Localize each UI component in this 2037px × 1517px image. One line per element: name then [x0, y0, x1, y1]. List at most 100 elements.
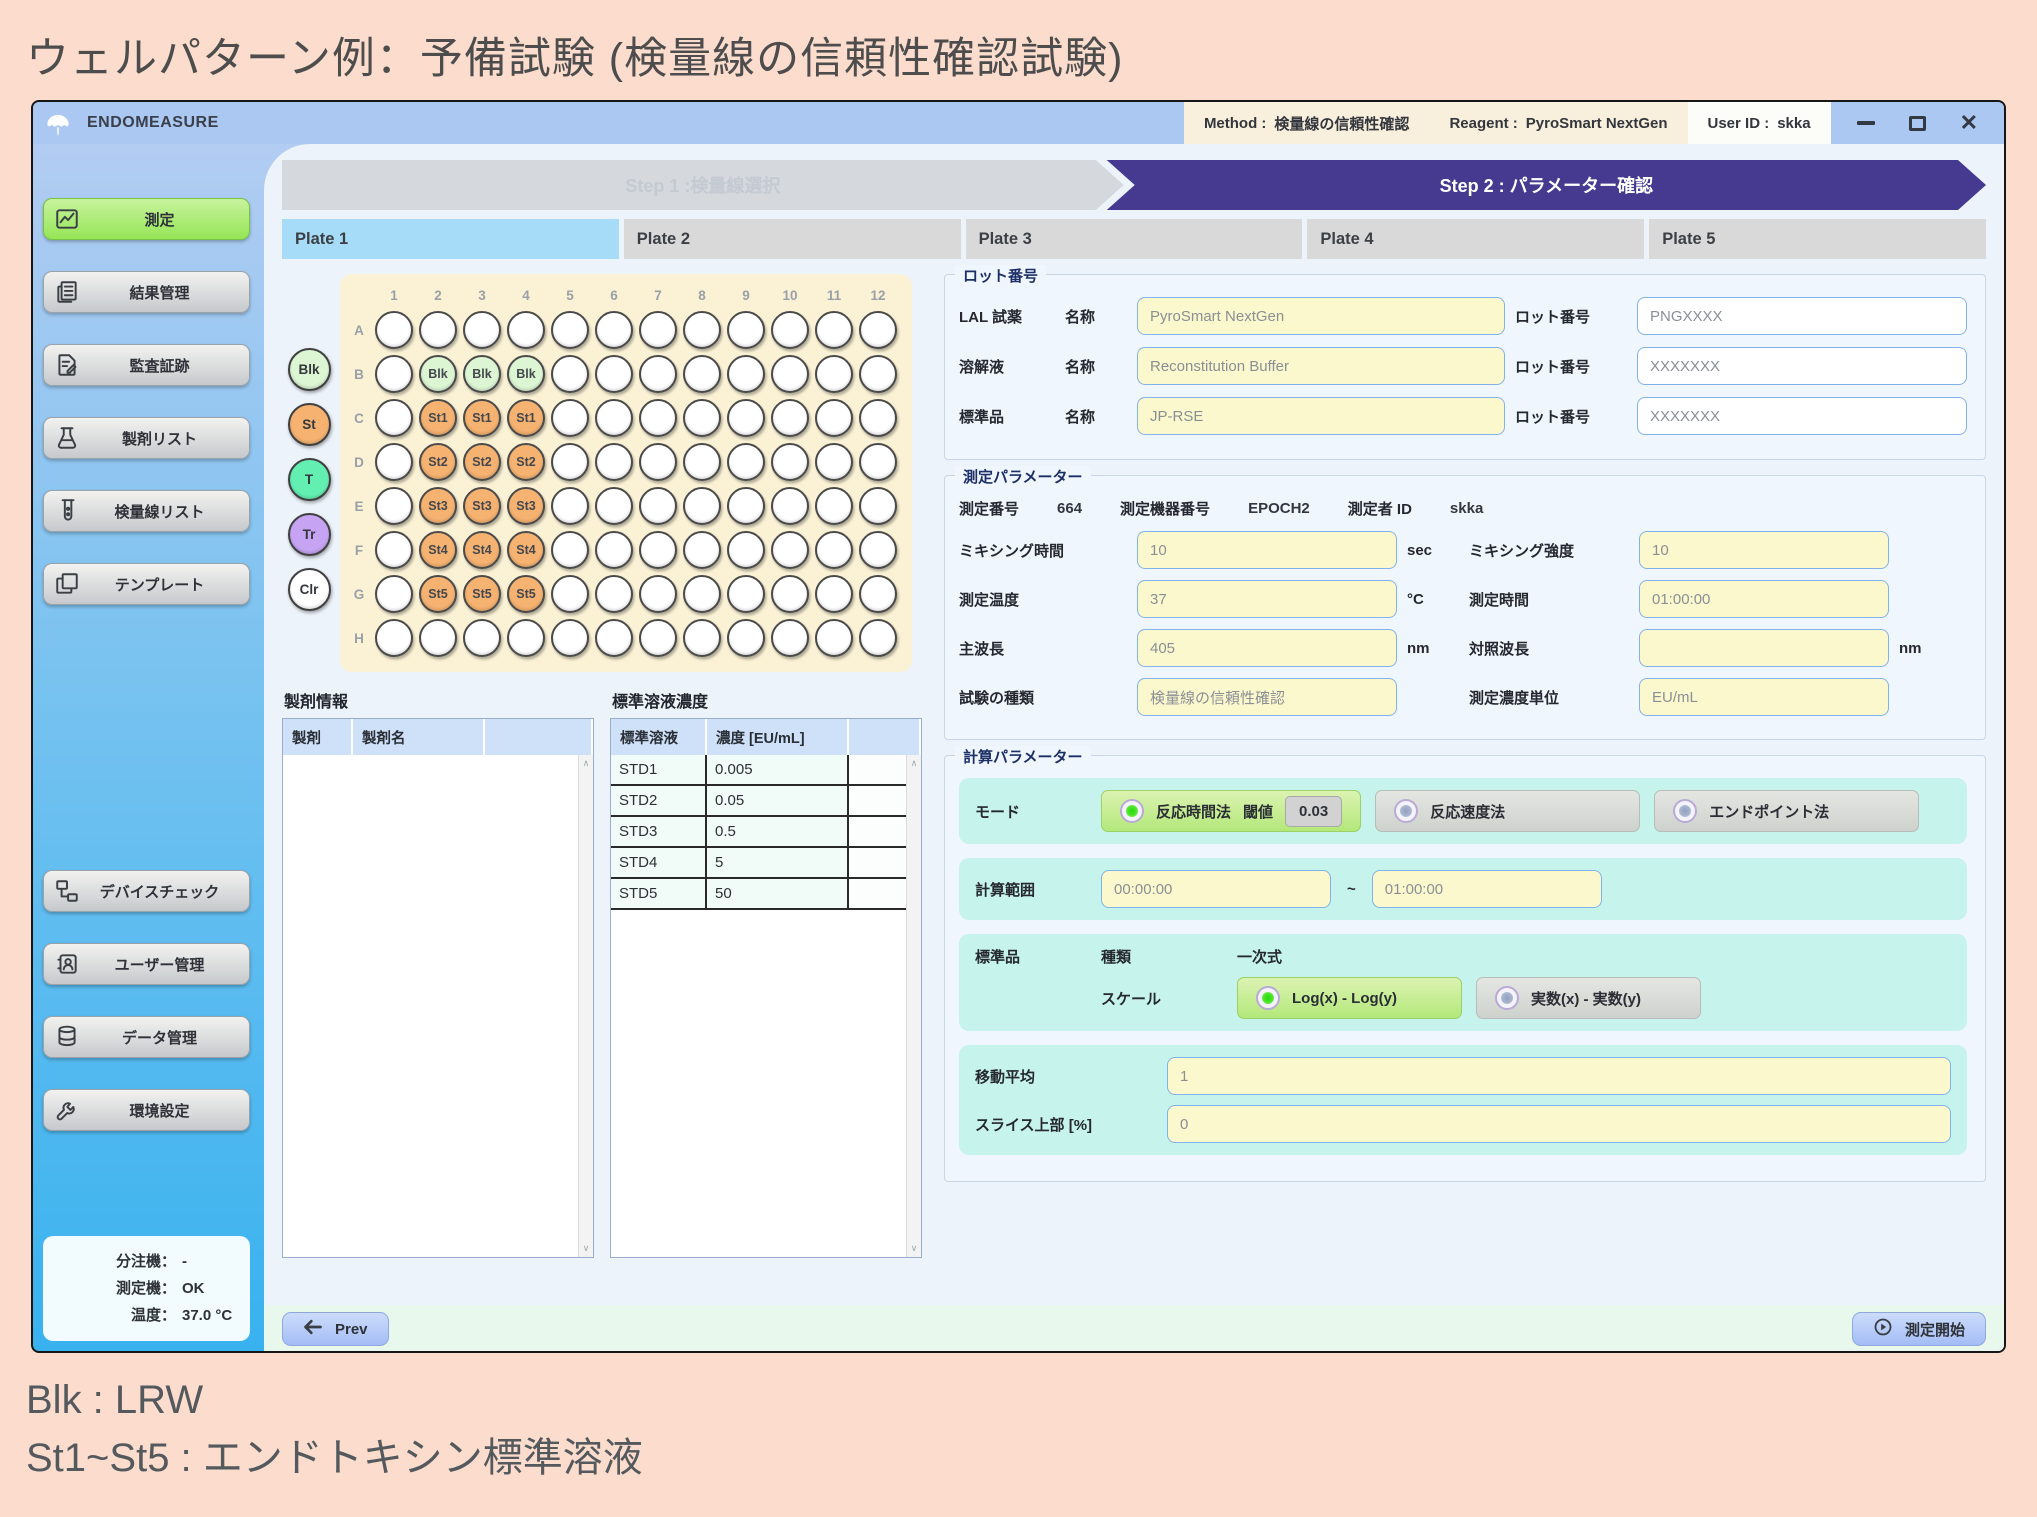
well-D1[interactable] [375, 443, 413, 481]
well-D11[interactable] [815, 443, 853, 481]
sidebar-item-drug-list[interactable]: 製剤リスト [43, 417, 250, 459]
mode-option-2[interactable]: 反応速度法 [1375, 790, 1640, 832]
well-A4[interactable] [507, 311, 545, 349]
minimize-button[interactable] [1857, 121, 1875, 125]
sidebar-item-data-mgmt[interactable]: データ管理 [43, 1016, 250, 1058]
well-E12[interactable] [859, 487, 897, 525]
well-A9[interactable] [727, 311, 765, 349]
well-G6[interactable] [595, 575, 633, 613]
well-E4[interactable]: St3 [507, 487, 545, 525]
well-D3[interactable]: St2 [463, 443, 501, 481]
plate-tab-3[interactable]: Plate 3 [966, 219, 1303, 259]
well-B10[interactable] [771, 355, 809, 393]
well-A7[interactable] [639, 311, 677, 349]
well-B8[interactable] [683, 355, 721, 393]
mode-option-3[interactable]: エンドポイント法 [1654, 790, 1919, 832]
well-E11[interactable] [815, 487, 853, 525]
slice-top-field[interactable]: 0 [1167, 1105, 1951, 1143]
measure-field[interactable]: 01:00:00 [1639, 580, 1889, 618]
plate-tab-1[interactable]: Plate 1 [282, 219, 619, 259]
well-A10[interactable] [771, 311, 809, 349]
calc-range-to-field[interactable]: 01:00:00 [1372, 870, 1602, 908]
measure-field[interactable]: 10 [1137, 531, 1397, 569]
lot-number-field[interactable]: PNGXXXX [1637, 297, 1967, 335]
well-A8[interactable] [683, 311, 721, 349]
well-C2[interactable]: St1 [419, 399, 457, 437]
drug-table-scrollbar[interactable]: ∧∨ [578, 755, 593, 1257]
well-C1[interactable] [375, 399, 413, 437]
well-E9[interactable] [727, 487, 765, 525]
well-A3[interactable] [463, 311, 501, 349]
well-B5[interactable] [551, 355, 589, 393]
well-A11[interactable] [815, 311, 853, 349]
sidebar-item-audit[interactable]: 監査証跡 [43, 344, 250, 386]
well-A6[interactable] [595, 311, 633, 349]
measure-field[interactable]: 10 [1639, 531, 1889, 569]
well-C8[interactable] [683, 399, 721, 437]
well-A1[interactable] [375, 311, 413, 349]
std-table-scrollbar[interactable]: ∧∨ [906, 755, 921, 1257]
lot-name-field[interactable]: JP-RSE [1137, 397, 1505, 435]
well-G1[interactable] [375, 575, 413, 613]
scale-option-1[interactable]: Log(x) - Log(y) [1237, 977, 1462, 1019]
well-H6[interactable] [595, 619, 633, 657]
measure-field[interactable]: 37 [1137, 580, 1397, 618]
well-F4[interactable]: St4 [507, 531, 545, 569]
lot-number-field[interactable]: XXXXXXX [1637, 347, 1967, 385]
well-H10[interactable] [771, 619, 809, 657]
well-E1[interactable] [375, 487, 413, 525]
well-D6[interactable] [595, 443, 633, 481]
prev-button[interactable]: Prev [282, 1312, 389, 1346]
well-E10[interactable] [771, 487, 809, 525]
well-F11[interactable] [815, 531, 853, 569]
measure-field[interactable] [1639, 629, 1889, 667]
well-A12[interactable] [859, 311, 897, 349]
well-F3[interactable]: St4 [463, 531, 501, 569]
well-B6[interactable] [595, 355, 633, 393]
moving-average-field[interactable]: 1 [1167, 1057, 1951, 1095]
well-B1[interactable] [375, 355, 413, 393]
well-E2[interactable]: St3 [419, 487, 457, 525]
well-A2[interactable] [419, 311, 457, 349]
maximize-button[interactable] [1909, 116, 1926, 131]
close-button[interactable]: ✕ [1960, 112, 1978, 134]
well-D9[interactable] [727, 443, 765, 481]
well-E5[interactable] [551, 487, 589, 525]
well-D7[interactable] [639, 443, 677, 481]
well-H8[interactable] [683, 619, 721, 657]
well-B9[interactable] [727, 355, 765, 393]
well-H12[interactable] [859, 619, 897, 657]
measure-field[interactable]: EU/mL [1639, 678, 1889, 716]
well-F2[interactable]: St4 [419, 531, 457, 569]
well-D8[interactable] [683, 443, 721, 481]
well-E8[interactable] [683, 487, 721, 525]
measure-field[interactable]: 検量線の信頼性確認 [1137, 678, 1397, 716]
well-C9[interactable] [727, 399, 765, 437]
well-G2[interactable]: St5 [419, 575, 457, 613]
well-A5[interactable] [551, 311, 589, 349]
well-G4[interactable]: St5 [507, 575, 545, 613]
well-E7[interactable] [639, 487, 677, 525]
well-C5[interactable] [551, 399, 589, 437]
lot-number-field[interactable]: XXXXXXX [1637, 397, 1967, 435]
well-B11[interactable] [815, 355, 853, 393]
plate-tab-5[interactable]: Plate 5 [1649, 219, 1986, 259]
well-F10[interactable] [771, 531, 809, 569]
well-B7[interactable] [639, 355, 677, 393]
well-H11[interactable] [815, 619, 853, 657]
sidebar-item-user-mgmt[interactable]: ユーザー管理 [43, 943, 250, 985]
plate-tab-2[interactable]: Plate 2 [624, 219, 961, 259]
scale-option-2[interactable]: 実数(x) - 実数(y) [1476, 977, 1701, 1019]
well-D5[interactable] [551, 443, 589, 481]
well-G5[interactable] [551, 575, 589, 613]
well-F5[interactable] [551, 531, 589, 569]
well-H7[interactable] [639, 619, 677, 657]
sidebar-item-results[interactable]: 結果管理 [43, 271, 250, 313]
well-H3[interactable] [463, 619, 501, 657]
well-H1[interactable] [375, 619, 413, 657]
sidebar-item-settings[interactable]: 環境設定 [43, 1089, 250, 1131]
sidebar-item-device-check[interactable]: デバイスチェック [43, 870, 250, 912]
well-F9[interactable] [727, 531, 765, 569]
well-C11[interactable] [815, 399, 853, 437]
sidebar-item-template[interactable]: テンプレート [43, 563, 250, 605]
